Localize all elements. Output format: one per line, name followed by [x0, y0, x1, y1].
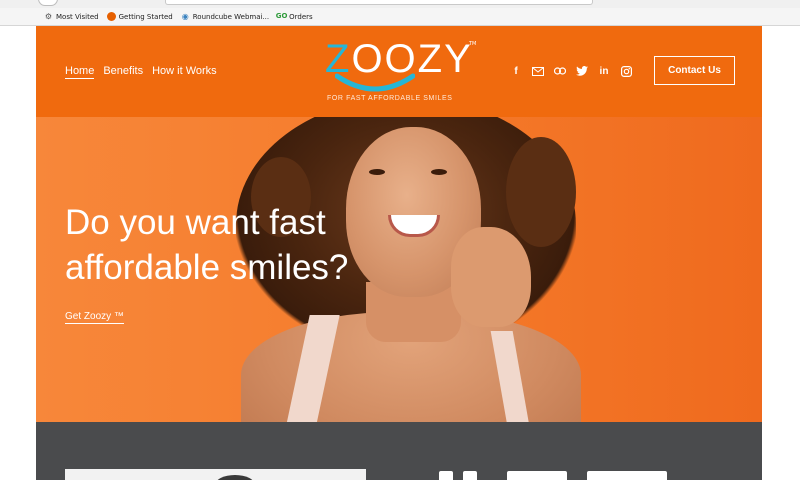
contact-us-button[interactable]: Contact Us [654, 56, 735, 85]
bookmark-getting-started[interactable]: Getting Started [106, 12, 173, 21]
linkedin-icon[interactable]: in [597, 65, 611, 77]
heading-glyph [507, 471, 567, 480]
roundcube-icon: ◉ [181, 12, 189, 21]
link-icon[interactable] [553, 65, 567, 77]
bookmark-roundcube[interactable]: ◉ Roundcube Webmai... [181, 12, 269, 21]
logo-trademark: TM [469, 41, 477, 47]
hero-photo-eye [369, 169, 385, 175]
nav-home[interactable]: Home [65, 65, 95, 79]
section-heading-partial [439, 471, 719, 480]
hero-photo-hair-curl [506, 137, 576, 247]
section-image-subject [215, 475, 255, 480]
heading-glyph [439, 471, 453, 480]
email-icon[interactable] [531, 65, 545, 77]
hero-title: Do you want fast affordable smiles? [65, 203, 349, 287]
site-header: Home Benefits How it Works ZOOZY TM FOR … [36, 26, 762, 117]
facebook-icon[interactable]: f [509, 65, 523, 77]
logo-tagline: FOR FAST AFFORDABLE SMILES [327, 95, 453, 102]
bookmark-orders[interactable]: GO Orders [275, 12, 313, 21]
back-button[interactable] [38, 0, 58, 6]
go-icon: GO [275, 12, 288, 20]
hero-photo-hand [451, 227, 531, 327]
address-bar[interactable] [165, 0, 593, 5]
twitter-icon[interactable] [575, 65, 589, 77]
browser-toolbar [0, 0, 800, 8]
nav-how-it-works[interactable]: How it Works [152, 65, 217, 79]
hero-photo-eye [431, 169, 447, 175]
website: Home Benefits How it Works ZOOZY TM FOR … [36, 26, 762, 480]
hero-section: Do you want fast affordable smiles? Get … [36, 117, 762, 422]
heading-glyph [463, 471, 477, 480]
section-image [65, 469, 366, 480]
social-links: f in [509, 65, 633, 77]
gear-icon: ⚙ [44, 12, 53, 21]
instagram-icon[interactable] [619, 65, 633, 77]
zoozy-logo[interactable]: ZOOZY TM FOR FAST AFFORDABLE SMILES [325, 39, 477, 109]
bookmark-label: Roundcube Webmai... [192, 12, 270, 21]
smile-swoosh-icon [335, 73, 415, 92]
bookmarks-bar: ⚙ Most Visited Getting Started ◉ Roundcu… [0, 8, 800, 26]
heading-glyph [587, 471, 667, 480]
bookmark-label: Orders [289, 12, 313, 21]
get-zoozy-link[interactable]: Get Zoozy ™ [65, 311, 124, 324]
main-nav: Home Benefits How it Works [65, 65, 217, 79]
firefox-icon [106, 12, 116, 21]
nav-benefits[interactable]: Benefits [103, 65, 143, 79]
next-section [36, 422, 762, 480]
bookmark-label: Getting Started [118, 12, 173, 21]
bookmark-label: Most Visited [56, 12, 99, 21]
bookmark-most-visited[interactable]: ⚙ Most Visited [44, 12, 99, 21]
